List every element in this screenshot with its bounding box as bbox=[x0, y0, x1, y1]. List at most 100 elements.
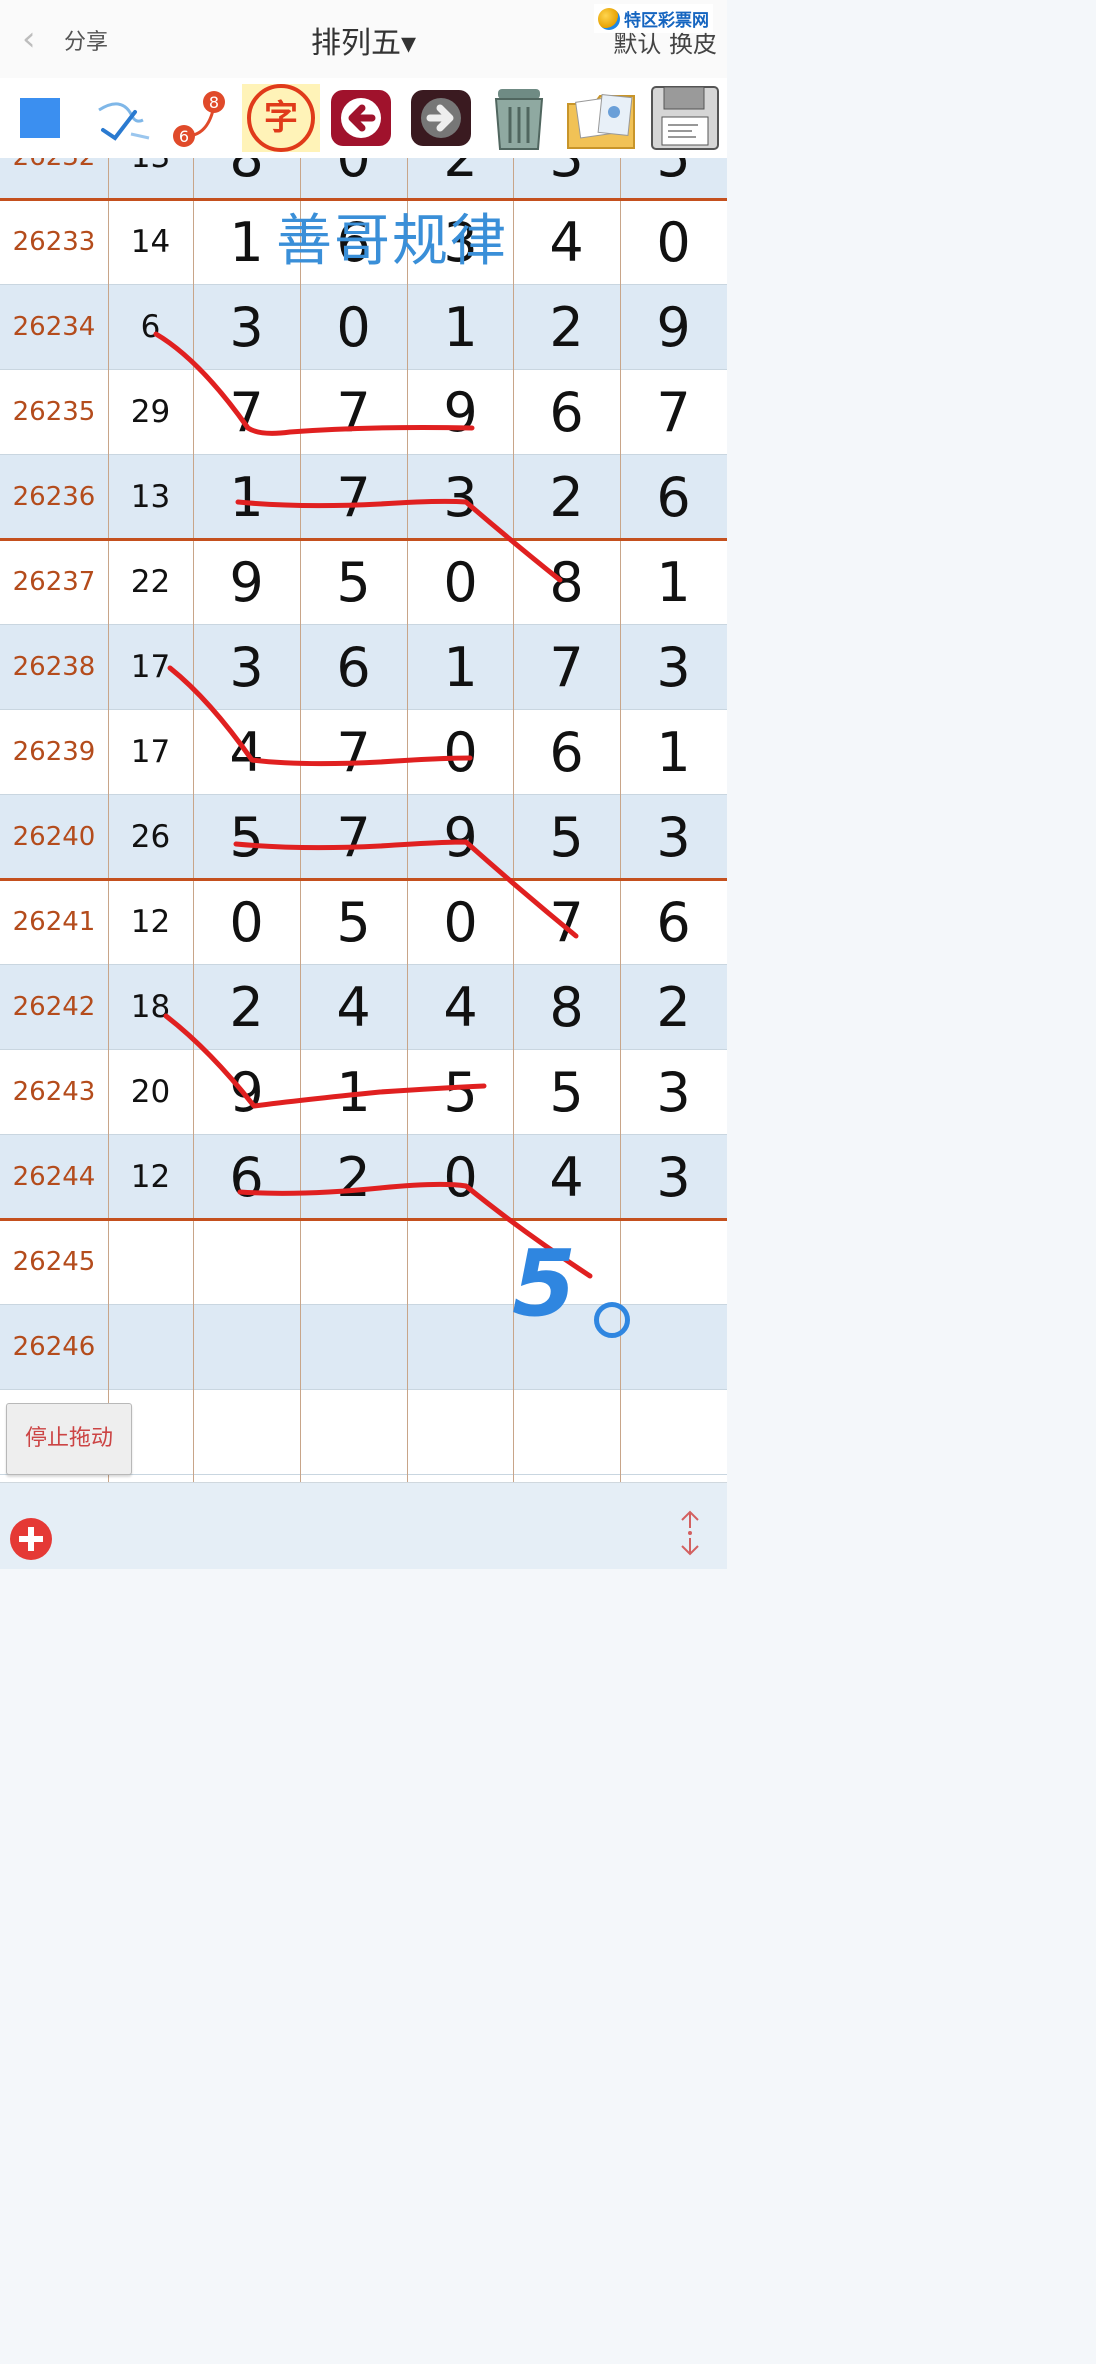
digit-cell[interactable] bbox=[300, 1390, 407, 1475]
digit-cell[interactable]: 5 bbox=[300, 540, 407, 625]
digit-cell[interactable]: 3 bbox=[513, 158, 620, 200]
digit-cell[interactable]: 6 bbox=[193, 1135, 300, 1220]
digit-cell[interactable]: 2 bbox=[513, 455, 620, 540]
digit-cell[interactable]: 2 bbox=[407, 158, 514, 200]
digit-cell[interactable]: 0 bbox=[620, 200, 727, 285]
digit-cell[interactable]: 1 bbox=[193, 455, 300, 540]
digit-cell[interactable]: 7 bbox=[193, 370, 300, 455]
digit-cell[interactable]: 3 bbox=[620, 1135, 727, 1220]
digit-cell[interactable]: 1 bbox=[407, 625, 514, 710]
share-button[interactable]: 分享 bbox=[64, 24, 108, 56]
digit-cell[interactable]: 4 bbox=[300, 965, 407, 1050]
photo-folder-icon[interactable] bbox=[562, 84, 640, 152]
lottery-type-select[interactable]: 排列五▾ bbox=[311, 26, 416, 61]
digit-cell[interactable]: 2 bbox=[513, 285, 620, 370]
sum-value bbox=[108, 1220, 193, 1305]
digit-cell[interactable]: 5 bbox=[513, 795, 620, 880]
digit-cell[interactable]: 3 bbox=[620, 795, 727, 880]
issue-number: 26232 bbox=[0, 158, 108, 200]
digit-cell[interactable]: 0 bbox=[407, 540, 514, 625]
digit-cell[interactable]: 3 bbox=[620, 1050, 727, 1135]
digit-cell[interactable]: 6 bbox=[620, 455, 727, 540]
digit-cell[interactable]: 4 bbox=[513, 200, 620, 285]
connect-6-8-icon[interactable]: 8 6 bbox=[168, 84, 232, 152]
digit-cell[interactable]: 0 bbox=[300, 158, 407, 200]
digit-cell[interactable]: 2 bbox=[620, 965, 727, 1050]
issue-number: 26242 bbox=[12, 992, 96, 1022]
digit-cell[interactable]: 2 bbox=[193, 965, 300, 1050]
digit-cell[interactable]: 4 bbox=[407, 965, 514, 1050]
back-chevron-icon[interactable]: ‹ bbox=[22, 22, 36, 56]
digit-cell[interactable]: 7 bbox=[300, 370, 407, 455]
digit-cell[interactable]: 7 bbox=[513, 625, 620, 710]
digit-cell[interactable]: 0 bbox=[193, 880, 300, 965]
site-logo: 特区彩票网 bbox=[594, 4, 713, 33]
digit-cell[interactable]: 4 bbox=[193, 710, 300, 795]
digit-cell[interactable]: 1 bbox=[300, 1050, 407, 1135]
digit-cell[interactable]: 9 bbox=[193, 540, 300, 625]
digit-cell[interactable] bbox=[300, 1305, 407, 1390]
digit-cell[interactable]: 7 bbox=[300, 455, 407, 540]
digit-cell[interactable]: 1 bbox=[407, 285, 514, 370]
digit-cell[interactable]: 0 bbox=[300, 285, 407, 370]
blue-square-icon[interactable] bbox=[10, 84, 70, 152]
digit-cell[interactable]: 8 bbox=[193, 158, 300, 200]
digit-cell[interactable] bbox=[513, 1390, 620, 1475]
digit-cell[interactable]: 0 bbox=[407, 880, 514, 965]
save-disk-icon[interactable] bbox=[646, 84, 724, 152]
digit-cell[interactable]: 5 bbox=[300, 880, 407, 965]
digit-cell[interactable]: 9 bbox=[193, 1050, 300, 1135]
digit-cell[interactable] bbox=[193, 1390, 300, 1475]
digit-cell[interactable]: 7 bbox=[300, 795, 407, 880]
digit-cell[interactable]: 7 bbox=[513, 880, 620, 965]
digit-cell[interactable]: 5 bbox=[513, 1050, 620, 1135]
digit-cell[interactable]: 5 bbox=[620, 158, 727, 200]
digit-cell[interactable]: 6 bbox=[620, 880, 727, 965]
digit-cell[interactable]: 9 bbox=[407, 795, 514, 880]
digit-cell[interactable]: 1 bbox=[620, 710, 727, 795]
issue-number: 26246 bbox=[12, 1332, 96, 1362]
digit-cell[interactable] bbox=[620, 1390, 727, 1475]
digit-cell[interactable] bbox=[193, 1305, 300, 1390]
digit-cell[interactable]: 0 bbox=[407, 1135, 514, 1220]
digit-cell[interactable] bbox=[407, 1390, 514, 1475]
group-separator bbox=[0, 878, 727, 881]
scroll-updown-icon[interactable] bbox=[676, 1508, 704, 1558]
digit-cell[interactable]: 6 bbox=[513, 370, 620, 455]
digit-cell[interactable]: 6 bbox=[513, 710, 620, 795]
digit-cell[interactable]: 7 bbox=[300, 710, 407, 795]
redo-arrow-icon[interactable] bbox=[406, 84, 476, 152]
digit-cell[interactable]: 3 bbox=[620, 625, 727, 710]
stop-drag-button[interactable]: 停止拖动 bbox=[6, 1403, 132, 1475]
digit-cell[interactable] bbox=[620, 1220, 727, 1305]
digit-cell[interactable] bbox=[300, 1220, 407, 1305]
issue-number: 26238 bbox=[12, 652, 96, 682]
digit-cell[interactable] bbox=[407, 1220, 514, 1305]
digit-cell[interactable]: 5 bbox=[193, 795, 300, 880]
digit-cell[interactable]: 5 bbox=[407, 1050, 514, 1135]
digit-cell[interactable]: 3 bbox=[407, 455, 514, 540]
digit-cell[interactable]: 0 bbox=[407, 710, 514, 795]
digit-cell[interactable] bbox=[193, 1220, 300, 1305]
add-icon[interactable] bbox=[10, 1518, 52, 1560]
issue-number: 26235 bbox=[12, 397, 96, 427]
digit-cell[interactable]: 3 bbox=[193, 625, 300, 710]
digit-cell[interactable]: 6 bbox=[300, 625, 407, 710]
digit-cell[interactable]: 7 bbox=[620, 370, 727, 455]
pen-icon[interactable] bbox=[88, 84, 158, 152]
trash-icon[interactable] bbox=[482, 84, 556, 152]
character-icon[interactable]: 字 bbox=[242, 84, 320, 152]
digit-cell[interactable]: 1 bbox=[620, 540, 727, 625]
digit-cell[interactable]: 8 bbox=[513, 540, 620, 625]
digit-cell[interactable]: 8 bbox=[513, 965, 620, 1050]
sum-value: 12 bbox=[130, 904, 171, 940]
digit-cell[interactable] bbox=[407, 1305, 514, 1390]
digit-cell[interactable]: 4 bbox=[513, 1135, 620, 1220]
digit-cell[interactable] bbox=[620, 1305, 727, 1390]
sum-value: 29 bbox=[130, 394, 171, 430]
digit-cell[interactable]: 9 bbox=[407, 370, 514, 455]
undo-arrow-icon[interactable] bbox=[326, 84, 396, 152]
digit-cell[interactable]: 2 bbox=[300, 1135, 407, 1220]
digit-cell[interactable]: 3 bbox=[193, 285, 300, 370]
digit-cell[interactable]: 9 bbox=[620, 285, 727, 370]
